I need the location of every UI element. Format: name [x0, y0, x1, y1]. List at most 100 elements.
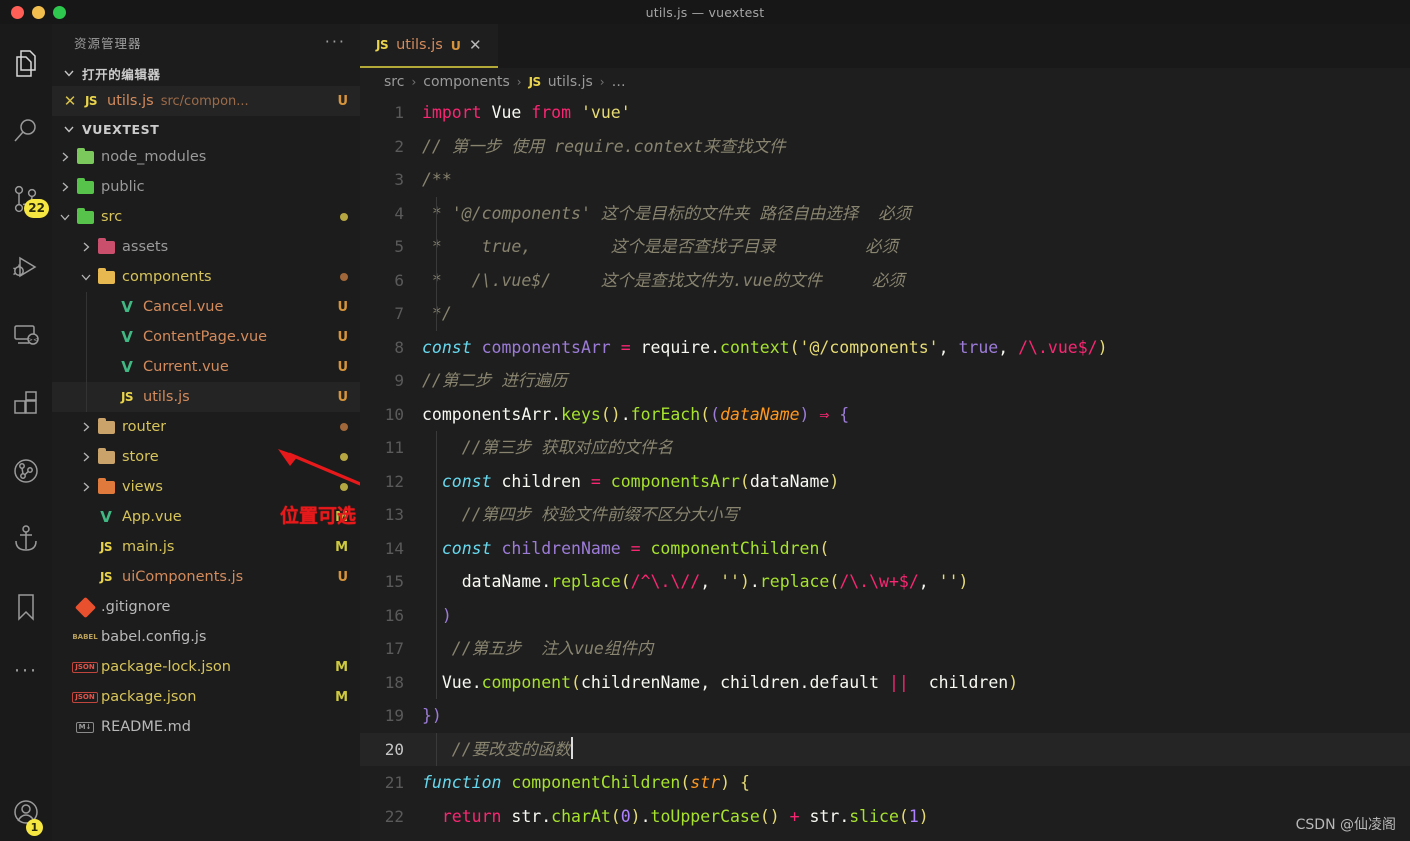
line-content[interactable]: const componentsArr = require.context('@…	[422, 331, 1410, 365]
code-line[interactable]: 5 * true, 这个是是否查找子目录 必须	[360, 230, 1410, 264]
line-content[interactable]: //第三步 获取对应的文件名	[422, 431, 1410, 465]
breadcrumb-item[interactable]: src	[384, 74, 404, 90]
tree-item-public[interactable]: public	[52, 172, 360, 202]
code-line[interactable]: 20 //要改变的函数	[360, 732, 1410, 766]
tab-utils-js[interactable]: JS utils.js U ✕	[360, 24, 498, 68]
activity-item-search[interactable]	[0, 106, 52, 156]
tree-item-contentpage-vue[interactable]: V ContentPage.vue U	[52, 322, 360, 352]
code-line[interactable]: 18 Vue.component(childrenName, children.…	[360, 665, 1410, 699]
tree-item-views[interactable]: views	[52, 472, 360, 502]
tree-item-babel-config-js[interactable]: BABEL babel.config.js	[52, 622, 360, 652]
code-line[interactable]: 17 //第五步 注入vue组件内	[360, 632, 1410, 666]
tree-item-readme-md[interactable]: M↓ README.md	[52, 712, 360, 742]
code-line[interactable]: 11 //第三步 获取对应的文件名	[360, 431, 1410, 465]
line-content[interactable]: //第四步 校验文件前缀不区分大小写	[422, 498, 1410, 532]
code-line[interactable]: 2 // 第一步 使用 require.context来查找文件	[360, 130, 1410, 164]
line-content[interactable]: //第二步 进行遍历	[422, 364, 1410, 398]
line-content[interactable]: function componentChildren(str) {	[422, 766, 1410, 800]
minimize-window-button[interactable]	[32, 5, 45, 19]
chevron-down-icon[interactable]	[56, 211, 74, 223]
close-icon[interactable]: ✕	[60, 92, 80, 110]
line-content[interactable]: */	[422, 297, 1410, 331]
activity-item-bookmarks[interactable]	[0, 582, 52, 632]
code-line[interactable]: 19})	[360, 699, 1410, 733]
tree-item-uicomponents-js[interactable]: JS uiComponents.js U	[52, 562, 360, 592]
chevron-right-icon[interactable]	[77, 241, 95, 253]
section-workspace-vuextest[interactable]: VUEXTEST	[52, 116, 360, 142]
activity-item-account[interactable]: 1	[0, 787, 52, 837]
tree-item-package-lock-json[interactable]: JSON package-lock.json M	[52, 652, 360, 682]
section-open-editors[interactable]: 打开的编辑器	[52, 60, 360, 86]
tree-item-store[interactable]: store	[52, 442, 360, 472]
code-line[interactable]: 10 componentsArr.keys().forEach((dataName…	[360, 398, 1410, 432]
code-line[interactable]: 12 const children = componentsArr(dataNa…	[360, 464, 1410, 498]
line-content[interactable]: const children = componentsArr(dataName)	[422, 464, 1410, 498]
tree-item-assets[interactable]: assets	[52, 232, 360, 262]
activity-item-remote-explorer[interactable]: ><	[0, 310, 52, 360]
explorer-more-actions-icon[interactable]: ···	[325, 34, 346, 50]
chevron-right-icon[interactable]	[77, 421, 95, 433]
tree-item-components[interactable]: components	[52, 262, 360, 292]
line-content[interactable]: /**	[422, 163, 1410, 197]
open-editor-item-utils-js[interactable]: ✕ JS utils.js src/compon... U	[52, 86, 360, 116]
code-line[interactable]: 6 * /\.vue$/ 这个是查找文件为.vue的文件 必须	[360, 263, 1410, 297]
activity-item-docker[interactable]	[0, 514, 52, 564]
code-editor[interactable]: 1 import Vue from 'vue' 2 // 第一步 使用 require…	[360, 96, 1410, 841]
tree-item-src[interactable]: src	[52, 202, 360, 232]
line-content[interactable]: dataName.replace(/^\.\//, '').replace(/\…	[422, 565, 1410, 599]
code-line[interactable]: 22 return str.charAt(0).toUpperCase() + …	[360, 800, 1410, 834]
code-line[interactable]: 16 )	[360, 598, 1410, 632]
tree-item-cancel-vue[interactable]: V Cancel.vue U	[52, 292, 360, 322]
tree-item-gitignore[interactable]: .gitignore	[52, 592, 360, 622]
code-line[interactable]: 8 const componentsArr = require.context('…	[360, 331, 1410, 365]
line-content[interactable]: // 第一步 使用 require.context来查找文件	[422, 130, 1410, 164]
tree-item-router[interactable]: router	[52, 412, 360, 442]
line-content[interactable]: })	[422, 699, 1410, 733]
activity-more-actions[interactable]: ···	[0, 650, 52, 692]
tree-item-label: main.js	[122, 539, 175, 555]
line-content[interactable]: import Vue from 'vue'	[422, 96, 1410, 130]
line-content[interactable]: * '@/components' 这个是目标的文件夹 路径自由选择 必须	[422, 196, 1410, 230]
chevron-down-icon[interactable]	[77, 271, 95, 283]
breadcrumb-item[interactable]: components	[423, 74, 510, 90]
code-line[interactable]: 14 const childrenName = componentChildre…	[360, 531, 1410, 565]
line-content[interactable]: //第五步 注入vue组件内	[422, 632, 1410, 666]
line-content[interactable]: //要改变的函数	[422, 732, 1410, 766]
line-content[interactable]: componentsArr.keys().forEach((dataName) …	[422, 398, 1410, 432]
tree-item-current-vue[interactable]: V Current.vue U	[52, 352, 360, 382]
code-line[interactable]: 7 */	[360, 297, 1410, 331]
code-line[interactable]: 21 function componentChildren(str) {	[360, 766, 1410, 800]
tree-item-app-vue[interactable]: V App.vue M	[52, 502, 360, 532]
line-content[interactable]: * true, 这个是是否查找子目录 必须	[422, 230, 1410, 264]
tree-item-utils-js[interactable]: JS utils.js U	[52, 382, 360, 412]
zoom-window-button[interactable]	[53, 5, 66, 19]
activity-item-source-control[interactable]: 22	[0, 174, 52, 224]
line-content[interactable]: const childrenName = componentChildren(	[422, 531, 1410, 565]
tree-item-main-js[interactable]: JS main.js M	[52, 532, 360, 562]
chevron-right-icon[interactable]	[77, 481, 95, 493]
chevron-right-icon[interactable]	[56, 181, 74, 193]
code-line[interactable]: 15 dataName.replace(/^\.\//, '').replace…	[360, 565, 1410, 599]
activity-item-gitlens[interactable]	[0, 446, 52, 496]
line-content[interactable]: )	[422, 598, 1410, 632]
code-line[interactable]: 3 /**	[360, 163, 1410, 197]
activity-item-run-and-debug[interactable]	[0, 242, 52, 292]
activity-item-explorer[interactable]	[0, 38, 52, 88]
breadcrumb-item[interactable]: utils.js	[548, 74, 593, 90]
activity-item-extensions[interactable]	[0, 378, 52, 428]
line-content[interactable]: Vue.component(childrenName, children.def…	[422, 665, 1410, 699]
line-content[interactable]: * /\.vue$/ 这个是查找文件为.vue的文件 必须	[422, 263, 1410, 297]
chevron-right-icon[interactable]	[77, 451, 95, 463]
close-icon[interactable]: ✕	[469, 36, 482, 54]
code-line[interactable]: 13 //第四步 校验文件前缀不区分大小写	[360, 498, 1410, 532]
line-content[interactable]: return str.charAt(0).toUpperCase() + str…	[422, 800, 1410, 834]
code-line[interactable]: 1 import Vue from 'vue'	[360, 96, 1410, 130]
tree-item-package-json[interactable]: JSON package.json M	[52, 682, 360, 712]
tree-item-node-modules[interactable]: node_modules	[52, 142, 360, 172]
line-number: 10	[384, 404, 404, 424]
code-line[interactable]: 4 * '@/components' 这个是目标的文件夹 路径自由选择 必须	[360, 196, 1410, 230]
chevron-right-icon[interactable]	[56, 151, 74, 163]
close-window-button[interactable]	[11, 5, 24, 19]
code-line[interactable]: 9 //第二步 进行遍历	[360, 364, 1410, 398]
breadcrumb-item[interactable]: …	[612, 74, 626, 90]
